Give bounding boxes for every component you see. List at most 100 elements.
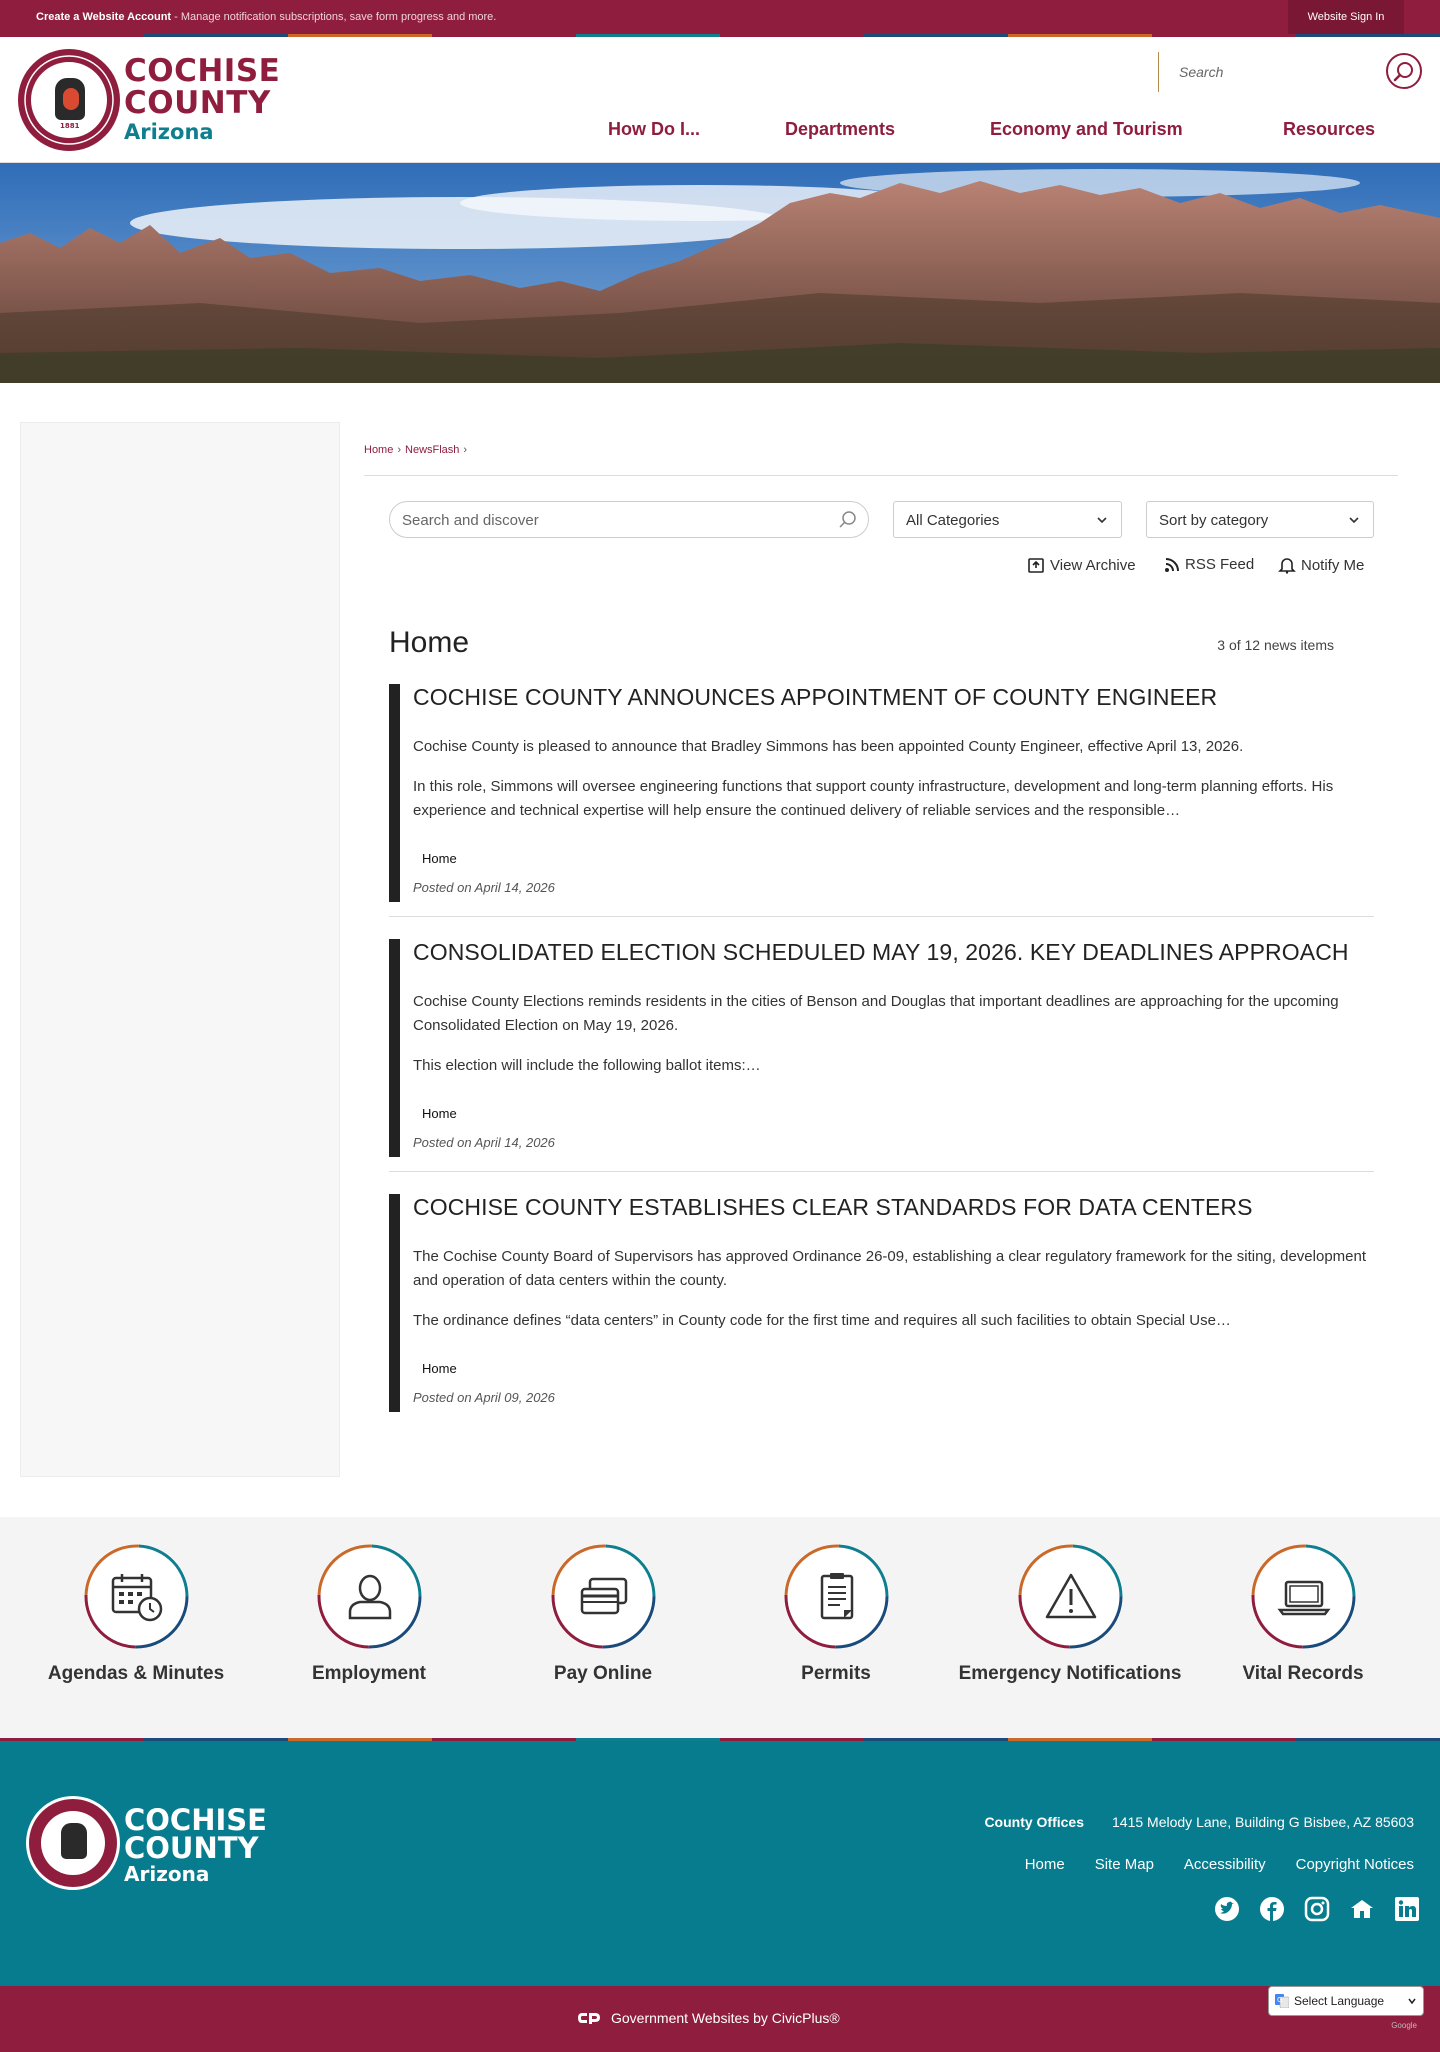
seal-inner: 1881	[31, 62, 107, 138]
nextdoor-icon[interactable]	[1349, 1896, 1375, 1922]
stripe-segment	[576, 1738, 720, 1741]
quick-links: Agendas & Minutes Employment Pay Online …	[0, 1517, 1440, 1738]
quick-link-emergency-notifications[interactable]: Emergency Notifications	[953, 1544, 1187, 1685]
instagram-icon[interactable]	[1304, 1896, 1330, 1922]
site-logo-text[interactable]: COCHISE COUNTY Arizona	[124, 55, 280, 145]
rss-feed-link[interactable]: RSS Feed	[1164, 556, 1254, 573]
site-footer: COCHISE COUNTY Arizona County Offices 141…	[0, 1738, 1440, 1986]
quick-link-label: Employment	[311, 1663, 427, 1684]
news-item-accent-bar	[389, 1194, 400, 1412]
footer-seal-logo[interactable]	[26, 1796, 120, 1890]
breadcrumb-home[interactable]: Home	[364, 444, 393, 456]
news-item-date: Posted on April 14, 2026	[413, 1135, 555, 1150]
county-offices-label: County Offices	[984, 1814, 1085, 1830]
civicplus-logo-icon	[578, 2013, 600, 2024]
quick-link-agendas-minutes[interactable]: Agendas & Minutes	[19, 1544, 253, 1685]
website-sign-in-button[interactable]: Website Sign In	[1288, 0, 1404, 34]
google-translate-icon: G	[1275, 1994, 1289, 2008]
quick-link-label: Emergency Notifications	[958, 1663, 1182, 1684]
news-item-accent-bar	[389, 939, 400, 1157]
create-account-link[interactable]: Create a Website Account	[36, 11, 171, 23]
news-item-category[interactable]: Home	[422, 851, 457, 866]
quick-link-employment[interactable]: Employment	[252, 1544, 486, 1685]
left-sidebar	[20, 422, 340, 1477]
site-search: Search	[1158, 52, 1428, 92]
stripe-segment	[1296, 1738, 1440, 1741]
rss-icon	[1165, 557, 1179, 572]
sort-select-value: Sort by category	[1159, 512, 1269, 529]
divider	[364, 475, 1398, 476]
view-archive-label: View Archive	[1050, 556, 1136, 574]
news-item-title[interactable]: CONSOLIDATED ELECTION SCHEDULED MAY 19, …	[413, 939, 1349, 966]
linkedin-icon[interactable]	[1394, 1896, 1420, 1922]
footer-link-accessibility[interactable]: Accessibility	[1184, 1856, 1266, 1873]
quick-link-vital-records[interactable]: Vital Records	[1186, 1544, 1420, 1685]
hero-banner-image	[0, 163, 1440, 383]
news-item-paragraph: The Cochise County Board of Supervisors …	[413, 1248, 1367, 1289]
nav-how-do-i[interactable]: How Do I...	[608, 119, 700, 140]
quick-link-pay-online[interactable]: Pay Online	[486, 1544, 720, 1685]
svg-text:G: G	[1277, 1996, 1282, 2004]
nav-departments[interactable]: Departments	[785, 119, 895, 140]
county-offices-address: 1415 Melody Lane, Building G Bisbee, AZ …	[1112, 1814, 1414, 1830]
site-search-input[interactable]: Search	[1179, 64, 1223, 80]
search-icon[interactable]	[838, 510, 858, 530]
warning-icon	[1045, 1573, 1096, 1619]
chief-portrait-icon	[55, 78, 85, 120]
language-select-value: Select Language	[1294, 1994, 1385, 2008]
logo-line-arizona: Arizona	[124, 120, 214, 144]
sort-select[interactable]: Sort by category	[1146, 501, 1374, 538]
search-icon	[1393, 62, 1413, 82]
rss-feed-label: RSS Feed	[1185, 556, 1255, 573]
twitter-icon[interactable]	[1214, 1896, 1240, 1922]
view-archive-link[interactable]: View Archive	[1027, 556, 1136, 574]
news-item-date: Posted on April 09, 2026	[413, 1390, 555, 1405]
footer-link-site-map[interactable]: Site Map	[1095, 1856, 1154, 1873]
create-account-message[interactable]: Create a Website Account - Manage notifi…	[36, 11, 496, 23]
quick-link-label: Agendas & Minutes	[47, 1663, 225, 1684]
language-select[interactable]: G Select Language Google	[1268, 1986, 1424, 2030]
footer-link-copyright-notices[interactable]: Copyright Notices	[1296, 1856, 1414, 1873]
footer-links: Home Site Map Accessibility Copyright No…	[1025, 1856, 1414, 1873]
chevron-down-icon	[1349, 517, 1359, 524]
breadcrumb-newsflash[interactable]: NewsFlash	[405, 444, 459, 456]
category-select[interactable]: All Categories	[893, 501, 1122, 538]
divider	[389, 916, 1374, 917]
calendar-clock-icon	[111, 1574, 162, 1622]
breadcrumb: Home › NewsFlash ›	[364, 444, 468, 456]
logo-line-county: COUNTY	[124, 85, 271, 121]
nav-economy-and-tourism[interactable]: Economy and Tourism	[990, 119, 1183, 140]
news-item-paragraph: Cochise County Elections reminds residen…	[413, 993, 1339, 1034]
stripe-segment	[288, 1738, 432, 1741]
facebook-icon[interactable]	[1259, 1896, 1285, 1922]
news-item-accent-bar	[389, 684, 400, 902]
county-seal-logo[interactable]: 1881	[18, 49, 120, 151]
credit-card-icon	[580, 1577, 627, 1615]
seal-year: 1881	[60, 122, 80, 130]
news-item-title[interactable]: COCHISE COUNTY ESTABLISHES CLEAR STANDAR…	[413, 1194, 1253, 1221]
site-search-button[interactable]	[1386, 53, 1422, 89]
nav-resources[interactable]: Resources	[1283, 119, 1375, 140]
notify-me-label: Notify Me	[1301, 556, 1365, 574]
quick-link-label: Pay Online	[553, 1663, 653, 1684]
news-search-input[interactable]: Search and discover	[389, 501, 869, 538]
notify-me-link[interactable]: Notify Me	[1278, 556, 1364, 574]
footer-logo-text[interactable]: COCHISE COUNTY Arizona	[124, 1806, 267, 1887]
logo-line-cochise: COCHISE	[124, 53, 281, 89]
news-item-category[interactable]: Home	[422, 1106, 457, 1121]
bell-icon	[1278, 558, 1296, 574]
footer-link-home[interactable]: Home	[1025, 1856, 1065, 1873]
document-icon	[820, 1573, 853, 1620]
news-item-category[interactable]: Home	[422, 1361, 457, 1376]
news-search-placeholder: Search and discover	[402, 512, 539, 529]
civicplus-text: Government Websites by CivicPlus®	[611, 2010, 840, 2026]
stripe-segment	[144, 1738, 288, 1741]
stripe-segment	[0, 1738, 144, 1741]
news-item-title[interactable]: COCHISE COUNTY ANNOUNCES APPOINTMENT OF …	[413, 684, 1217, 711]
county-offices: County Offices 1415 Melody Lane, Building…	[984, 1814, 1414, 1830]
stripe-segment	[1008, 1738, 1152, 1741]
news-item-paragraph: In this role, Simmons will oversee engin…	[413, 778, 1334, 819]
civicplus-link[interactable]: Government Websites by CivicPlus®	[577, 2010, 840, 2026]
quick-link-permits[interactable]: Permits	[719, 1544, 953, 1685]
quick-link-label: Permits	[801, 1663, 871, 1684]
